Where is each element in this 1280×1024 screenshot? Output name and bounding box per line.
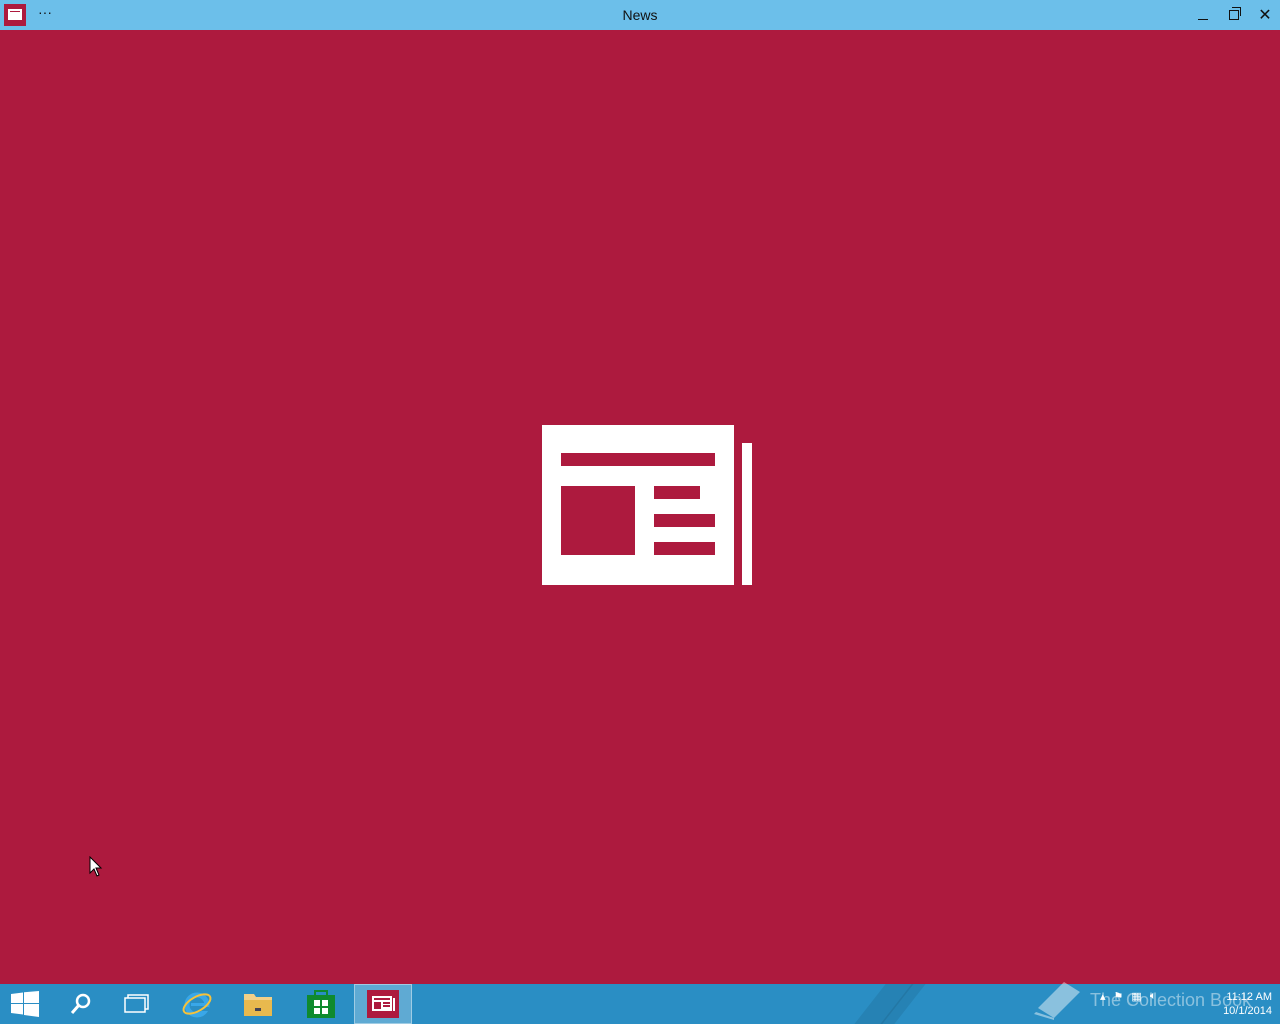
minimize-button[interactable] [1188,0,1218,30]
task-view-button[interactable] [112,984,162,1024]
system-tray: ▴ ⚑ ▦ 🔈︎ [1100,990,1156,1003]
start-button[interactable] [0,984,50,1024]
search-button[interactable] [56,984,106,1024]
restore-icon [1229,7,1241,20]
volume-icon[interactable]: 🔈︎ [1150,990,1157,1003]
news-splash-icon [542,425,752,585]
news-app-button[interactable] [354,984,412,1024]
clock-time: 11:12 AM [1226,991,1272,1003]
clock-date: 10/1/2014 [1223,1005,1272,1017]
store-button[interactable] [296,984,346,1024]
news-icon [367,990,399,1018]
network-icon[interactable]: ▦ [1131,990,1141,1003]
internet-explorer-button[interactable] [172,984,222,1024]
file-explorer-button[interactable] [232,984,284,1024]
action-center-flag-icon[interactable]: ⚑ [1114,990,1124,1003]
mouse-cursor-icon [89,856,103,877]
folder-icon [244,994,272,1016]
minimize-icon [1198,18,1208,20]
task-view-icon [124,994,149,1013]
window-title: News [622,7,658,23]
search-icon [70,993,91,1014]
ie-icon [182,992,212,1018]
store-icon [307,990,335,1018]
show-hidden-icons-icon[interactable]: ▴ [1100,990,1106,1003]
taskbar-clock[interactable]: 11:12 AM 10/1/2014 [1200,990,1272,1018]
close-button[interactable]: ✕ [1250,0,1280,30]
book-icon [1034,982,1080,1020]
maximize-button[interactable] [1219,0,1249,30]
windows-logo-icon [11,991,39,1017]
title-bar: ··· News ✕ [0,0,1280,30]
